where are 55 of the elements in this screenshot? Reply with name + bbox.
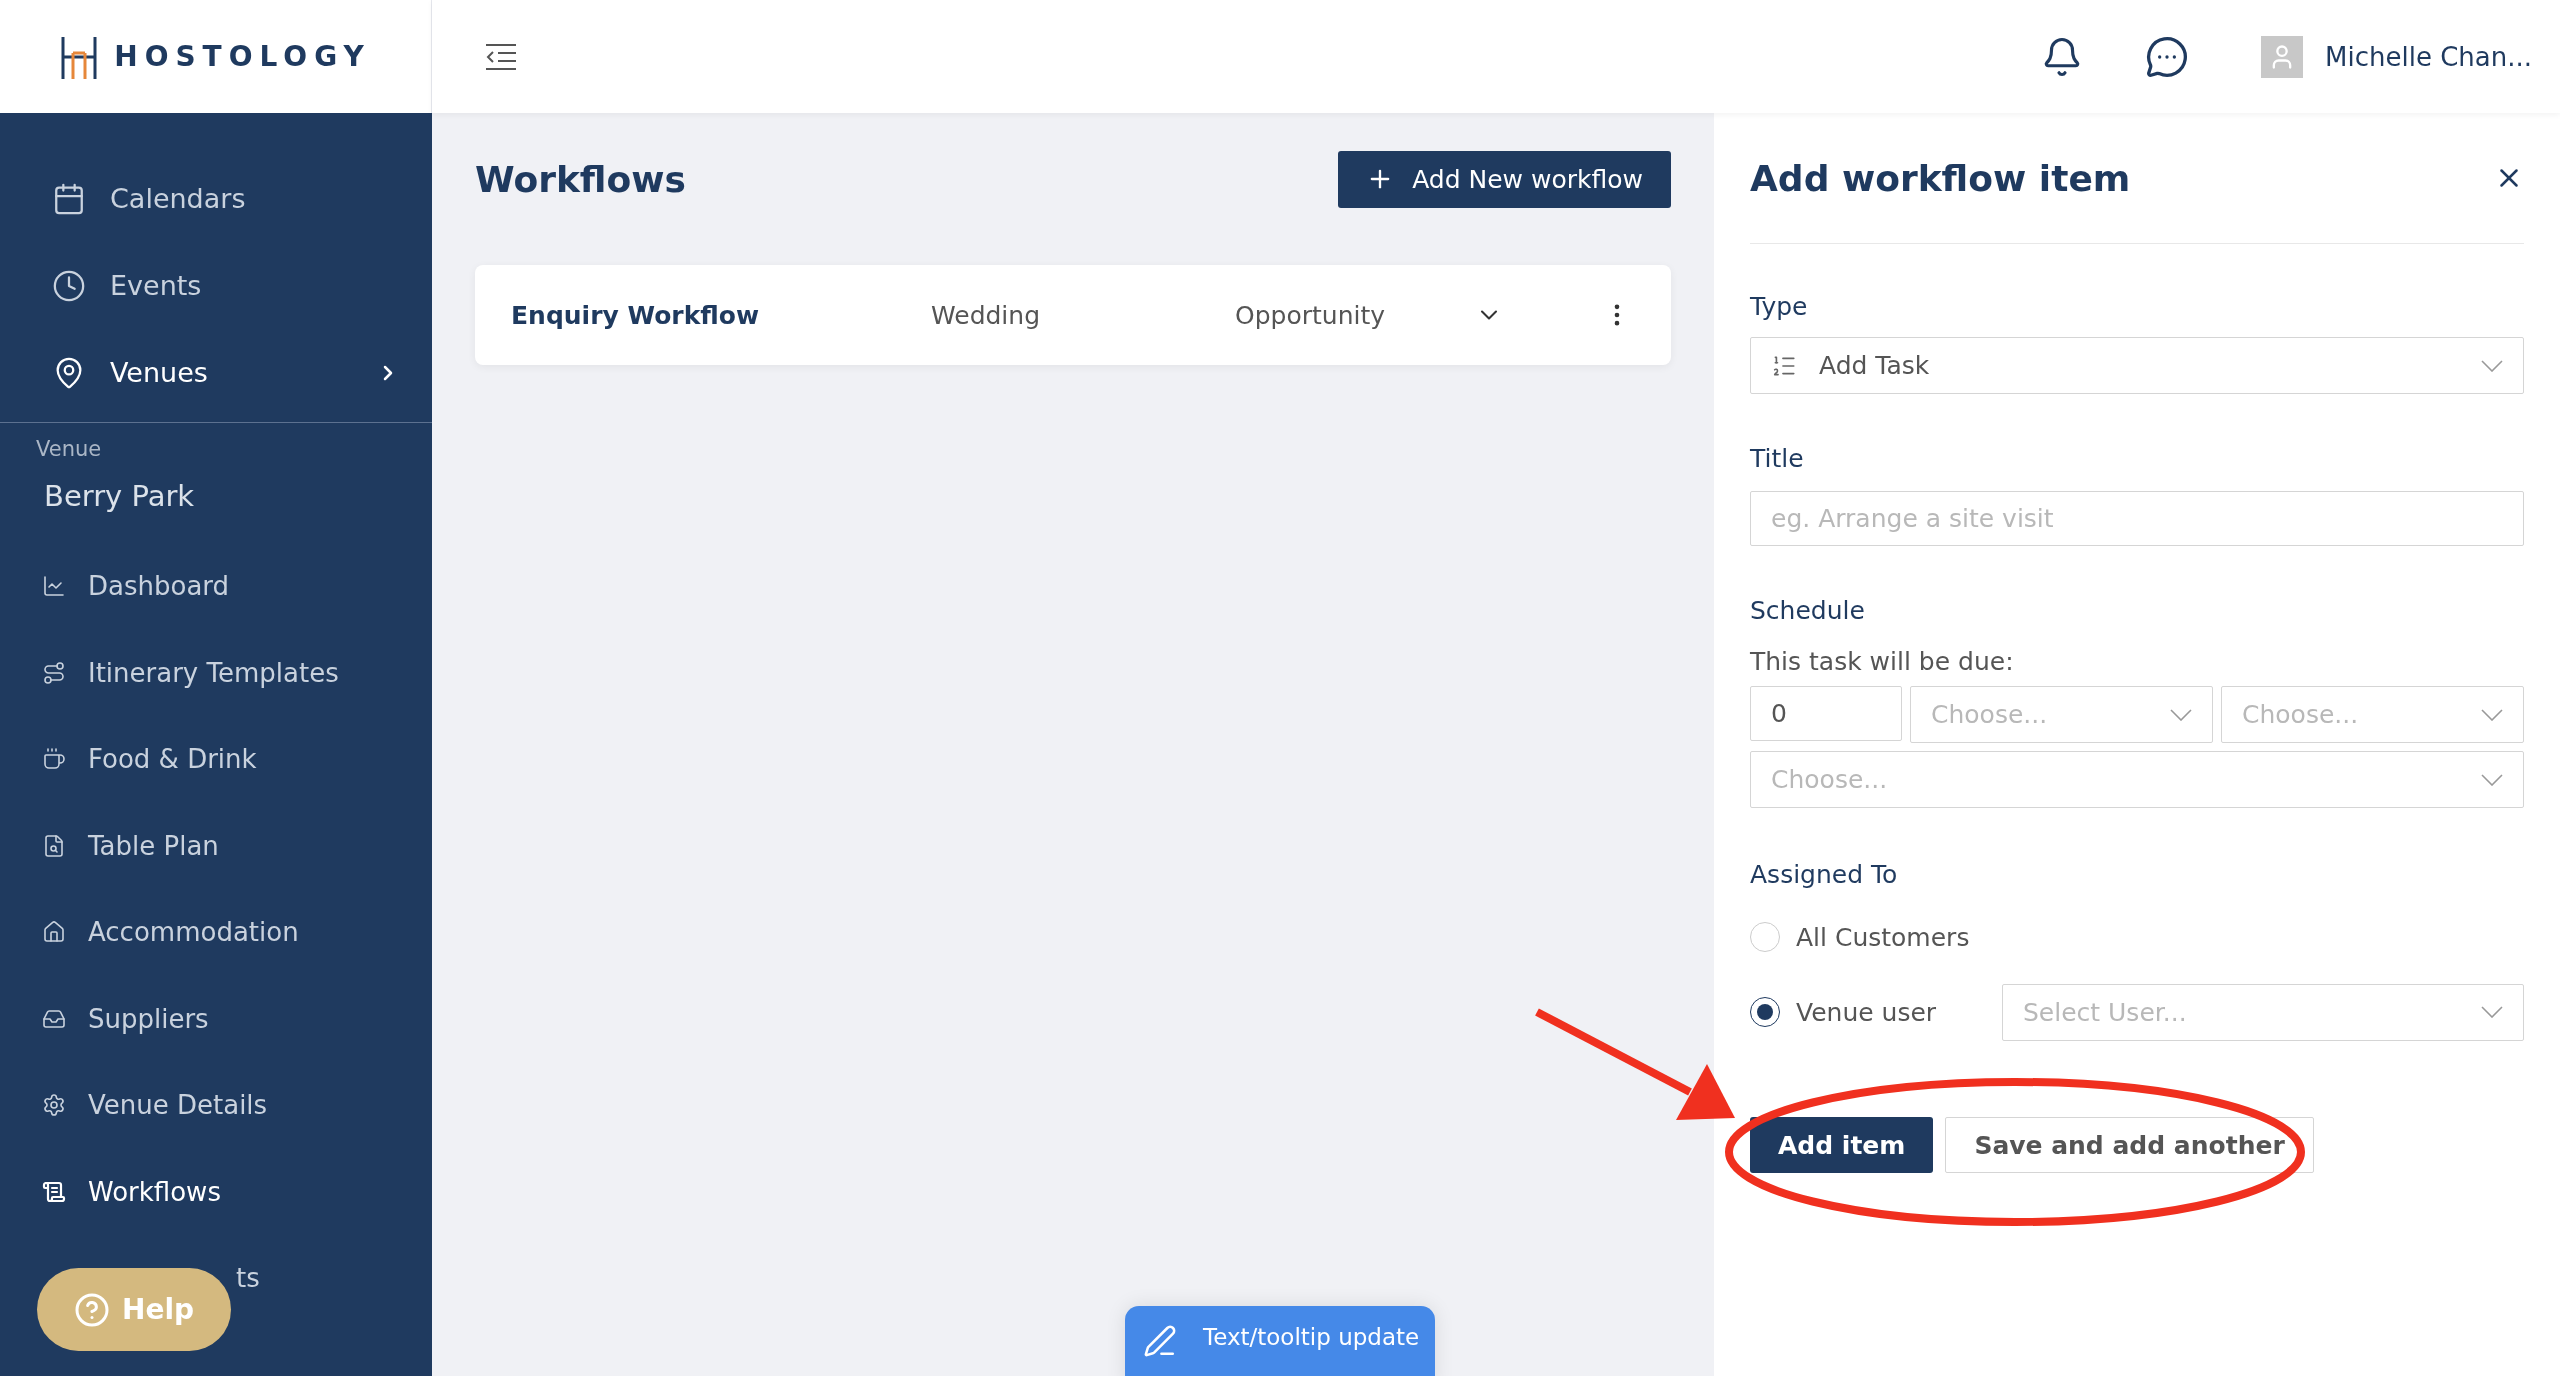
workflow-name: Enquiry Workflow	[511, 300, 761, 330]
workflow-stage: Opportunity	[1235, 300, 1387, 330]
brand-name: HOSTOLOGY	[114, 40, 371, 73]
nav-item[interactable]: Calendars	[0, 155, 432, 242]
field-label: Type	[1750, 292, 1809, 321]
nav-item[interactable]: Table Plan	[42, 802, 219, 889]
nav-item[interactable]: Suppliers	[42, 975, 209, 1062]
schedule-text: This task will be due:	[1750, 647, 2015, 676]
chart-icon	[42, 574, 66, 599]
chevron-down-icon	[2481, 708, 2503, 721]
nav-item[interactable]: Accommodation	[42, 889, 299, 976]
chat-icon[interactable]	[2145, 34, 2189, 79]
chevron-down-icon	[2170, 708, 2192, 721]
nav-item[interactable]: Events	[0, 242, 432, 329]
venue-name: Berry Park	[43, 478, 196, 515]
house-icon	[42, 920, 66, 945]
radio-label: All Customers	[1796, 922, 1971, 952]
title-input[interactable]: eg. Arrange a site visit	[1750, 491, 2524, 546]
nav-item[interactable]: Workflows	[42, 1148, 221, 1235]
panel-title: Add workflow item	[1750, 157, 2131, 199]
field-label: Schedule	[1750, 596, 1866, 625]
chevron-down-icon	[2481, 1006, 2503, 1018]
nav-item[interactable]: Dashboard	[42, 543, 230, 630]
nav-item[interactable]: Food & Drink	[42, 716, 257, 803]
type-select[interactable]: Add Task	[1750, 337, 2524, 394]
add-workflow-button[interactable]: Add New workflow	[1338, 150, 1671, 208]
nav-item[interactable]: Venues	[0, 329, 432, 416]
help-icon	[73, 1291, 110, 1328]
chevron-down-icon	[2481, 773, 2503, 786]
amount-input[interactable]: 0	[1750, 686, 1902, 741]
save-and-add-button[interactable]: Save and add another	[1945, 1117, 2314, 1173]
workflow-card[interactable]: Enquiry Workflow Wedding Opportunity	[475, 265, 1671, 365]
menu-icon[interactable]	[484, 42, 518, 71]
user-name[interactable]: Michelle Chan...	[2325, 41, 2532, 72]
nav-item[interactable]: Itinerary Templates	[42, 629, 339, 716]
section-label: Venue	[35, 436, 103, 461]
nav-item[interactable]: ts	[236, 1235, 260, 1322]
logo-icon	[60, 34, 99, 79]
radio-label: Venue user	[1796, 997, 1938, 1027]
route-icon	[42, 660, 66, 685]
event-type: Wedding	[931, 300, 1042, 330]
settings-icon	[42, 1093, 66, 1118]
field-label: Assigned To	[1750, 860, 1899, 889]
clock-icon	[52, 268, 86, 303]
add-item-button[interactable]: Add item	[1750, 1117, 1934, 1173]
scroll-icon	[42, 1179, 66, 1204]
cup-icon	[42, 747, 66, 772]
chevron-down-icon	[2481, 359, 2503, 372]
feedback-button[interactable]: Text/tooltip update	[1125, 1306, 1435, 1376]
calendar-icon	[52, 181, 86, 216]
pen-icon	[1143, 1324, 1177, 1358]
document-search-icon	[42, 833, 66, 858]
page-title: Workflows	[475, 158, 686, 200]
field-label: Title	[1750, 444, 1805, 473]
nav-item[interactable]: Venue Details	[42, 1062, 268, 1149]
